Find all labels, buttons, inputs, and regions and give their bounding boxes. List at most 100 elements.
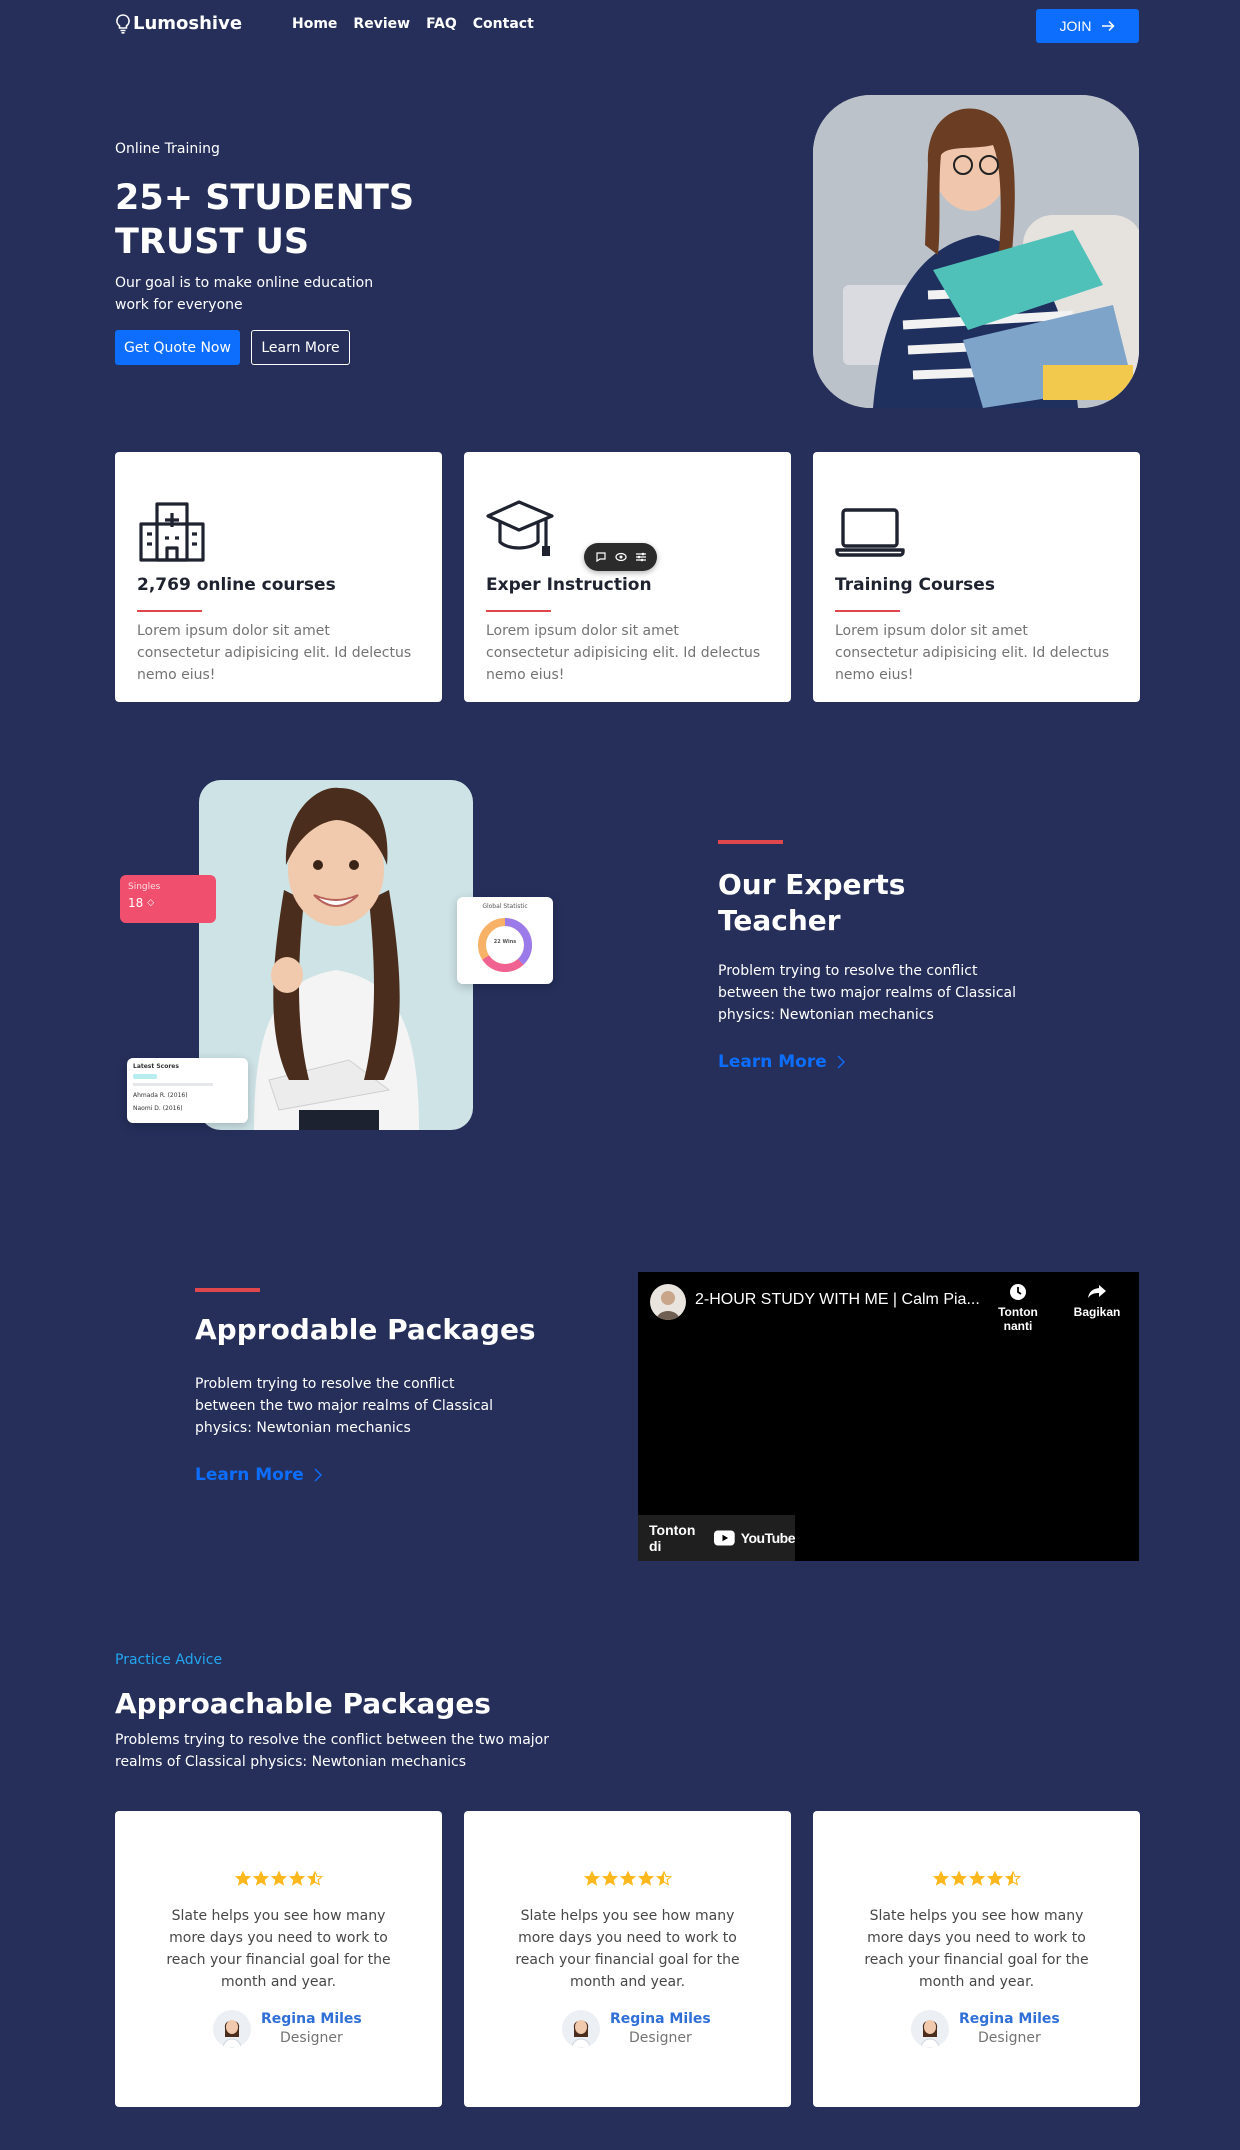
reviewer-name[interactable]: Regina Miles [610,2010,711,2029]
experts-learn-more-link[interactable]: Learn More [718,1052,845,1072]
feature-card-instruction: Exper Instruction Lorem ipsum dolor sit … [464,452,791,702]
nav-home[interactable]: Home [292,16,337,32]
lightbulb-icon [116,13,130,34]
star-icon [619,1871,636,1886]
star-icon [932,1871,949,1886]
feature-text: Lorem ipsum dolor sit amet consectetur a… [486,623,761,683]
star-icon [234,1871,251,1886]
youtube-logo-icon [714,1530,735,1546]
star-icon [986,1871,1003,1886]
share-icon [1088,1285,1106,1298]
sliders-icon[interactable] [635,551,647,563]
testimonial-card: Slate helps you see how many more days y… [813,1811,1140,2107]
watch-later-button[interactable]: Tonton nanti [983,1282,1053,1333]
section-accent-line [195,1288,260,1292]
reviewer-name[interactable]: Regina Miles [261,2010,362,2029]
feature-title: Exper Instruction [486,575,652,595]
global-statistic-card: Global Statistic 22 Wins [457,897,553,984]
star-icon [637,1871,654,1886]
star-icon [270,1871,287,1886]
brand-logo[interactable]: Lumoshive [115,13,242,34]
singles-value: 18 [128,896,144,910]
star-rating [464,1871,791,1886]
testimonial-quote: Slate helps you see how many more days y… [166,1908,391,1990]
graduation-cap-icon [486,500,554,556]
score-row: Ahmada R. (2016) [133,1092,188,1099]
join-button[interactable]: JOIN [1036,9,1139,43]
avatar [911,2010,949,2048]
diamond-icon: ◇ [147,898,155,908]
star-icon [1004,1871,1021,1886]
watch-on-label: Tonton di [649,1522,696,1554]
stat-center-label: 22 Wins [493,939,517,945]
packages-description: Problem trying to resolve the conflict b… [195,1376,493,1436]
nav-review[interactable]: Review [353,16,410,32]
testimonial-quote: Slate helps you see how many more days y… [515,1908,740,1990]
score-row: Naomi D. (2016) [133,1105,183,1112]
star-icon [968,1871,985,1886]
packages-title: Approdable Packages [195,1313,536,1346]
feature-title: 2,769 online courses [137,575,336,595]
brand-name: Lumoshive [133,13,243,34]
star-icon [950,1871,967,1886]
hospital-building-icon [139,502,205,562]
reviewer-role: Designer [978,2030,1041,2046]
packages-learn-more-link[interactable]: Learn More [195,1465,322,1485]
reviewer-name[interactable]: Regina Miles [959,2010,1060,2029]
watch-later-label: Tonton nanti [998,1305,1038,1333]
join-label: JOIN [1059,18,1092,34]
practice-eyebrow: Practice Advice [115,1652,223,1668]
avatar [562,2010,600,2048]
clock-icon [1010,1284,1026,1300]
channel-avatar[interactable] [650,1284,686,1320]
star-rating [813,1871,1140,1886]
star-icon [655,1871,672,1886]
stat-card-title: Global Statistic [482,903,528,910]
testimonials-description: Problems trying to resolve the conflict … [115,1732,549,1770]
youtube-wordmark: YouTube [740,1530,796,1546]
watch-on-youtube-button[interactable]: Tonton di YouTube [638,1515,796,1561]
hero-description: Our goal is to make online education wor… [115,275,374,313]
share-button[interactable]: Bagikan [1062,1282,1132,1319]
testimonial-quote: Slate helps you see how many more days y… [864,1908,1089,1990]
youtube-video-embed[interactable]: 2-HOUR STUDY WITH ME | Calm Pia... Tonto… [638,1272,1139,1561]
floating-toolbar[interactable] [584,543,657,571]
latest-scores-card: Latest Scores Ahmada R. (2016) Naomi D. … [127,1058,248,1123]
main-nav: Home Review FAQ Contact [292,16,534,32]
reviewer-role: Designer [280,2030,343,2046]
testimonials-title: Approachable Packages [115,1687,491,1720]
get-quote-button[interactable]: Get Quote Now [115,330,240,365]
reviewer-role: Designer [629,2030,692,2046]
star-icon [252,1871,269,1886]
hero-eyebrow: Online Training [115,141,220,157]
feature-text: Lorem ipsum dolor sit amet consectetur a… [835,623,1110,683]
feature-card-training: Training Courses Lorem ipsum dolor sit a… [813,452,1140,702]
testimonial-card: Slate helps you see how many more days y… [115,1811,442,2107]
feature-underline [486,610,551,612]
testimonial-card: Slate helps you see how many more days y… [464,1811,791,2107]
arrow-right-icon [1102,20,1115,32]
nav-contact[interactable]: Contact [473,16,534,32]
section-accent-line [718,840,783,844]
experts-description: Problem trying to resolve the conflict b… [718,963,1016,1023]
star-rating [115,1871,442,1886]
hero-student-photo [813,95,1139,408]
star-icon [601,1871,618,1886]
video-title[interactable]: 2-HOUR STUDY WITH ME | Calm Pia... [695,1291,980,1309]
star-icon [583,1871,600,1886]
nav-faq[interactable]: FAQ [426,16,457,32]
learn-more-label: Learn More [718,1052,827,1072]
chevron-right-icon [837,1055,845,1069]
laptop-icon [835,508,905,557]
star-icon [306,1871,323,1886]
feature-text: Lorem ipsum dolor sit amet consectetur a… [137,623,412,683]
learn-more-label: Learn More [195,1465,304,1485]
donut-chart [478,918,532,972]
hero-title: 25+ STUDENTS TRUST US [115,178,415,262]
eye-icon[interactable] [614,551,627,563]
avatar [213,2010,251,2048]
hero-learn-more-button[interactable]: Learn More [251,330,350,365]
star-icon [288,1871,305,1886]
feature-card-courses: 2,769 online courses Lorem ipsum dolor s… [115,452,442,702]
comment-icon[interactable] [595,551,607,563]
